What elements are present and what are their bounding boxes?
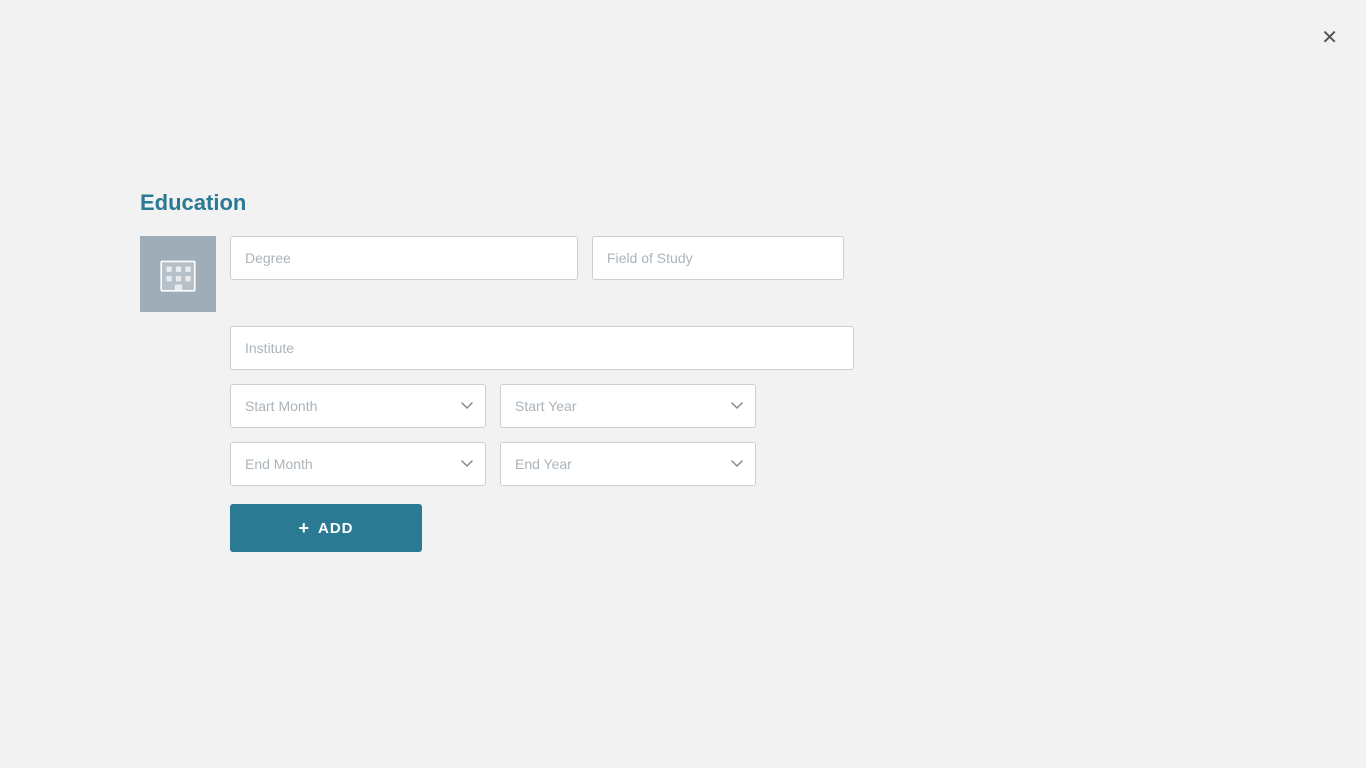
end-year-select[interactable]: End Year 2024 2023 2022 2021 2020 2019 2… <box>500 442 756 486</box>
close-button[interactable]: ✕ <box>1321 28 1338 48</box>
degree-field-row <box>230 236 844 280</box>
degree-fields-group <box>230 236 844 280</box>
institute-input[interactable] <box>230 326 854 370</box>
education-form: Education <box>140 190 854 552</box>
add-button-label: ADD <box>318 520 354 537</box>
building-svg-icon <box>157 253 199 295</box>
start-date-row: Start Month January February March April… <box>140 384 854 428</box>
field-of-study-input[interactable] <box>592 236 844 280</box>
plus-icon: + <box>298 518 310 539</box>
add-button-row: + ADD <box>140 486 854 552</box>
section-title: Education <box>140 190 854 216</box>
form-body: Start Month January February March April… <box>140 236 854 552</box>
end-date-row: End Month January February March April M… <box>140 442 854 486</box>
institution-icon <box>140 236 216 312</box>
end-selects-row: End Month January February March April M… <box>230 442 854 486</box>
add-button[interactable]: + ADD <box>230 504 422 552</box>
degree-input[interactable] <box>230 236 578 280</box>
institute-row <box>140 326 854 370</box>
end-month-select[interactable]: End Month January February March April M… <box>230 442 486 486</box>
start-selects-row: Start Month January February March April… <box>230 384 854 428</box>
start-year-select[interactable]: Start Year 2024 2023 2022 2021 2020 2019… <box>500 384 756 428</box>
start-month-select[interactable]: Start Month January February March April… <box>230 384 486 428</box>
top-row <box>140 236 854 312</box>
